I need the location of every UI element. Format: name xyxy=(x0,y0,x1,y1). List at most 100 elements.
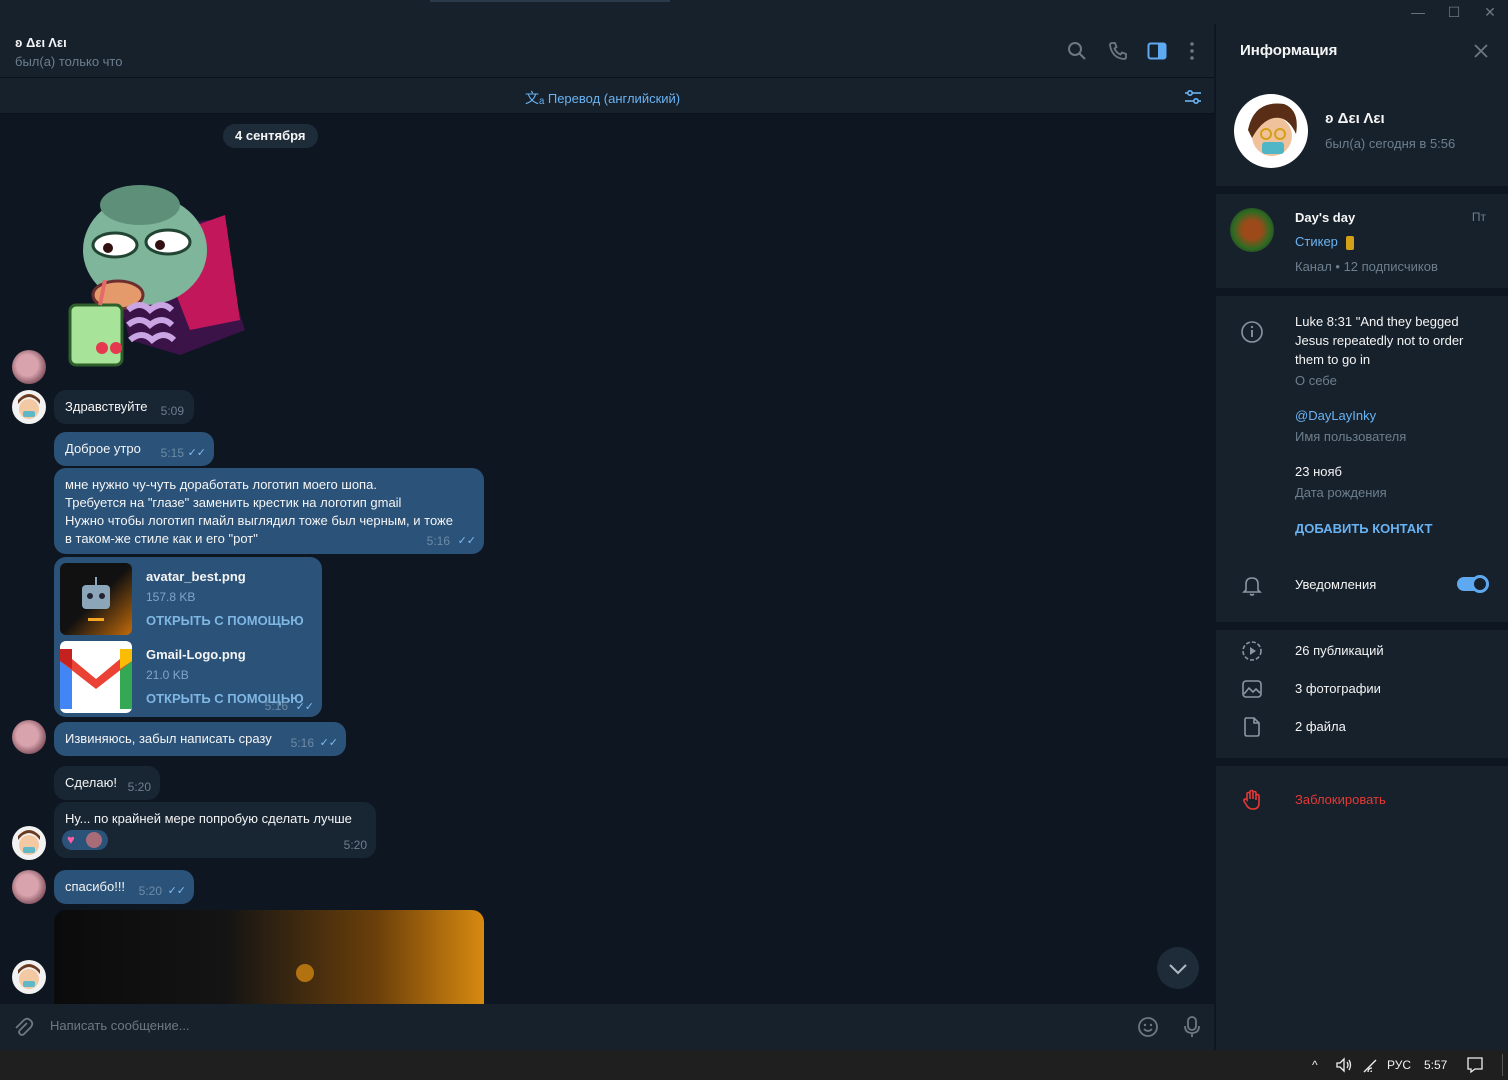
panel-title: Информация xyxy=(1240,42,1338,59)
files-message[interactable]: avatar_best.png 157.8 KB ОТКРЫТЬ С ПОМОЩ… xyxy=(54,557,322,717)
translate-icon: 文ₐ xyxy=(525,90,545,106)
message-text: Ну... по крайней мере попробую сделать л… xyxy=(65,811,352,826)
wifi-icon[interactable] xyxy=(1362,1058,1378,1074)
phone-icon[interactable] xyxy=(1107,40,1129,62)
contact-avatar[interactable] xyxy=(12,870,46,904)
contact-avatar[interactable] xyxy=(12,350,46,384)
own-avatar[interactable] xyxy=(12,390,46,424)
message-time: 5:16 xyxy=(290,736,314,750)
taskbar: ^ РУС 5:57 xyxy=(0,1050,1508,1080)
own-avatar[interactable] xyxy=(12,826,46,860)
open-with-button[interactable]: ОТКРЫТЬ С ПОМОЩЬЮ xyxy=(146,613,304,628)
read-ticks-icon: ✓✓ xyxy=(167,885,186,897)
file-thumbnail[interactable] xyxy=(60,641,132,713)
emoji-icon[interactable] xyxy=(1137,1016,1159,1038)
message-time: 5:16 xyxy=(426,534,450,548)
message-bubble[interactable]: Извиняюсь, забыл написать сразу 5:16 ✓✓ xyxy=(54,722,346,756)
sidebar-toggle-icon[interactable] xyxy=(1146,40,1168,62)
message-time: 5:15 xyxy=(160,446,184,460)
hand-stop-icon xyxy=(1243,789,1260,810)
divider xyxy=(1216,758,1508,766)
contact-avatar[interactable] xyxy=(12,720,46,754)
file-name[interactable]: Gmail-Logo.png xyxy=(146,647,246,662)
own-avatar[interactable] xyxy=(12,960,46,994)
message-bubble[interactable]: мне нужно чу-чуть доработать логотип мое… xyxy=(54,468,484,554)
volume-icon[interactable] xyxy=(1335,1057,1353,1073)
stories-icon xyxy=(1242,641,1262,661)
avatar-portrait-icon xyxy=(18,830,40,855)
avatar-portrait-icon xyxy=(18,394,40,419)
chat-status: был(а) только что xyxy=(15,54,123,69)
translate-label: Перевод (английский) xyxy=(547,91,681,106)
date-separator: 4 сентября xyxy=(223,124,318,148)
message-time: 5:16 xyxy=(264,699,288,713)
message-bubble[interactable]: Сделаю! 5:20 xyxy=(54,766,160,800)
heart-reaction-icon: ♥ xyxy=(67,832,75,847)
minimize-button[interactable]: — xyxy=(1410,4,1426,20)
chat-header[interactable]: ʚ Δει Λει был(а) только что xyxy=(0,24,1214,78)
bio-line: them to go in xyxy=(1295,352,1371,367)
profile-avatar[interactable] xyxy=(1234,94,1308,168)
translate-button[interactable]: 文ₐ Перевод (английский) xyxy=(525,88,680,108)
file-name[interactable]: avatar_best.png xyxy=(146,569,246,584)
close-window-button[interactable]: ✕ xyxy=(1482,4,1498,20)
add-contact-button[interactable]: ДОБАВИТЬ КОНТАКТ xyxy=(1295,521,1432,536)
read-ticks-icon: ✓✓ xyxy=(319,737,338,749)
photos-link[interactable]: 3 фотографии xyxy=(1295,681,1381,696)
show-desktop-divider xyxy=(1502,1054,1503,1076)
attach-icon[interactable] xyxy=(12,1016,34,1038)
notification-center-icon[interactable] xyxy=(1466,1056,1484,1074)
sticker-image[interactable] xyxy=(60,180,250,380)
notifications-toggle[interactable] xyxy=(1457,575,1489,593)
message-line: мне нужно чу-чуть доработать логотип мое… xyxy=(65,477,377,492)
message-time: 5:20 xyxy=(127,780,151,794)
info-panel: Информация ʚ Δει Λει был(а) сегодня в 5:… xyxy=(1216,24,1508,1050)
bio-label: О себе xyxy=(1295,373,1337,388)
message-bubble[interactable]: Доброе утро 5:15 ✓✓ xyxy=(54,432,214,466)
message-line: в таком-же стиле как и его "рот" xyxy=(65,531,258,546)
chevron-down-icon xyxy=(1169,964,1187,975)
scroll-to-bottom-button[interactable] xyxy=(1157,947,1199,989)
title-bar: — ☐ ✕ xyxy=(0,0,1508,24)
posts-link[interactable]: 26 публикаций xyxy=(1295,643,1384,658)
message-time: 5:20 xyxy=(343,838,367,852)
tray-chevron-up-icon[interactable]: ^ xyxy=(1312,1058,1318,1072)
close-icon[interactable] xyxy=(1472,42,1490,60)
read-ticks-icon: ✓✓ xyxy=(295,701,314,713)
message-bubble[interactable]: Здравствуйте 5:09 xyxy=(54,390,194,424)
file-size: 21.0 KB xyxy=(146,668,189,682)
microphone-icon[interactable] xyxy=(1181,1015,1203,1039)
language-indicator[interactable]: РУС xyxy=(1387,1058,1411,1072)
image-message[interactable] xyxy=(54,910,484,1004)
message-text: Доброе утро xyxy=(65,441,141,456)
message-text: спасибо!!! xyxy=(65,879,126,894)
file-icon xyxy=(1244,717,1260,737)
clock[interactable]: 5:57 xyxy=(1424,1058,1447,1072)
read-ticks-icon: ✓✓ xyxy=(457,535,476,547)
divider xyxy=(1216,186,1508,194)
reaction-badge[interactable]: ♥ xyxy=(62,830,108,850)
bio-line: Jesus repeatedly not to order xyxy=(1295,333,1464,348)
message-text: Сделаю! xyxy=(65,775,117,790)
message-bubble[interactable]: Ну... по крайней мере попробую сделать л… xyxy=(54,802,376,858)
message-list[interactable]: 4 сентября Здравствуйте 5:09 Доброе утро… xyxy=(0,114,1214,1004)
search-icon[interactable] xyxy=(1066,40,1088,62)
block-user-button[interactable]: Заблокировать xyxy=(1295,792,1386,807)
username-link[interactable]: @DayLayInky xyxy=(1295,408,1376,423)
message-input[interactable]: Написать сообщение... xyxy=(50,1018,190,1033)
translate-settings-icon[interactable] xyxy=(1183,87,1203,107)
traffic-light-icon xyxy=(1345,235,1354,250)
image-detail xyxy=(296,964,314,982)
maximize-button[interactable]: ☐ xyxy=(1446,4,1462,20)
channel-day: Пт xyxy=(1471,210,1486,224)
more-icon[interactable] xyxy=(1181,40,1203,62)
message-bubble[interactable]: спасибо!!! 5:20 ✓✓ xyxy=(54,870,194,904)
avatar-portrait-icon xyxy=(18,964,40,989)
profile-name: ʚ Δει Λει xyxy=(1325,110,1385,127)
chat-title[interactable]: ʚ Δει Λει xyxy=(15,35,67,50)
reactor-avatar xyxy=(86,832,102,848)
file-thumbnail[interactable] xyxy=(60,563,132,635)
toggle-knob xyxy=(1471,575,1489,593)
personal-channel[interactable]: Day's day Пт Стикер Канал • 12 подписчик… xyxy=(1216,194,1508,288)
files-link[interactable]: 2 файла xyxy=(1295,719,1346,734)
